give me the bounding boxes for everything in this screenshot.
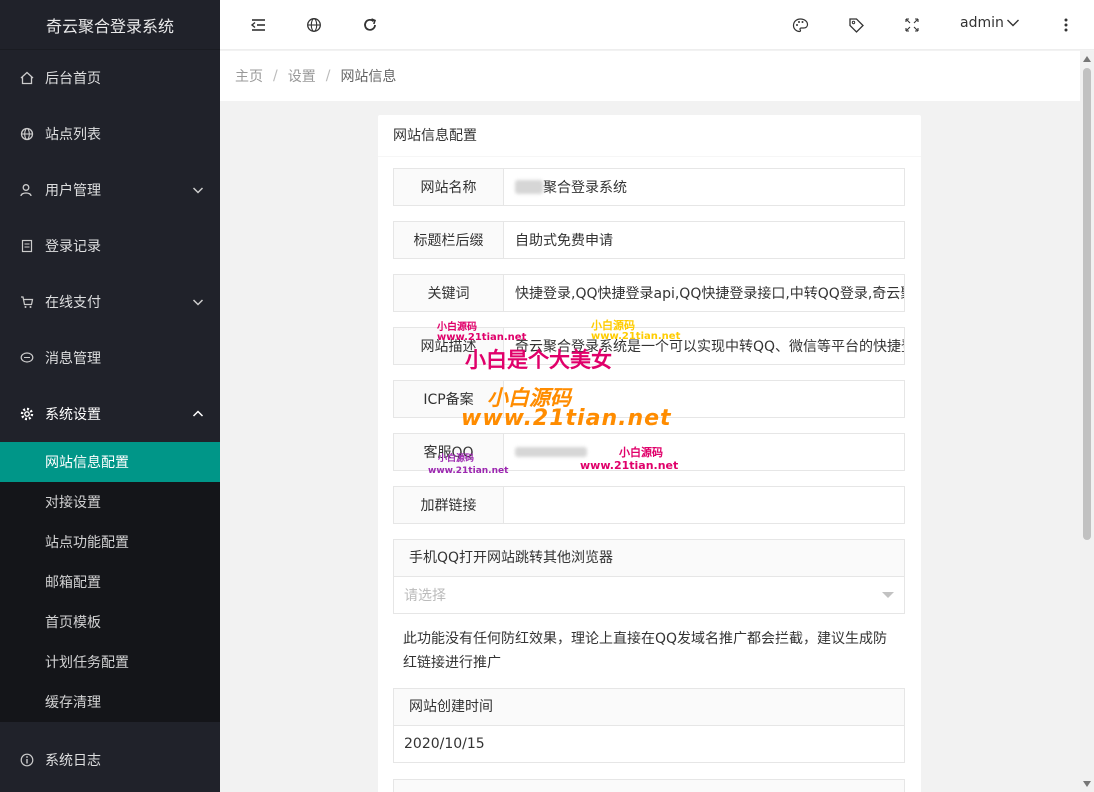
created-date-input[interactable]: 2020/10/15 xyxy=(394,726,904,762)
field-title-suffix: 标题栏后缀 自助式免费申请 xyxy=(393,221,905,259)
breadcrumb-settings[interactable]: 设置 xyxy=(288,66,316,86)
watermark-text: www.21tian.net xyxy=(580,459,679,472)
user-icon xyxy=(20,183,34,197)
subnav-connect-settings[interactable]: 对接设置 xyxy=(0,482,220,522)
field-keywords: 关键词 快捷登录,QQ快捷登录api,QQ快捷登录接口,中转QQ登录,奇云聚 xyxy=(393,274,905,312)
top-header: admin xyxy=(220,0,1094,50)
watermark-text: 小白源码 xyxy=(437,322,477,333)
globe-icon[interactable] xyxy=(305,16,323,34)
keywords-input[interactable]: 快捷登录,QQ快捷登录api,QQ快捷登录接口,中转QQ登录,奇云聚 xyxy=(504,275,904,311)
site-name-input[interactable]: 聚合登录系统 xyxy=(504,169,904,205)
breadcrumb-separator: / xyxy=(273,68,278,84)
card-title: 网站信息配置 xyxy=(378,115,921,157)
created-date-section: 网站创建时间 2020/10/15 xyxy=(393,688,905,763)
user-menu[interactable]: admin xyxy=(960,15,1020,31)
scrollbar-thumb[interactable] xyxy=(1083,68,1091,540)
nav-user-management[interactable]: 用户管理 xyxy=(0,162,220,218)
refresh-icon[interactable] xyxy=(361,16,379,34)
breadcrumb-home[interactable]: 主页 xyxy=(235,66,263,86)
scrollbar[interactable] xyxy=(1080,51,1094,792)
nav-system-log[interactable]: 系统日志 xyxy=(0,732,220,788)
cart-icon xyxy=(20,295,34,309)
subnav-cron-config[interactable]: 计划任务配置 xyxy=(0,642,220,682)
breadcrumb-current: 网站信息 xyxy=(340,69,397,85)
breadcrumb-separator: / xyxy=(325,68,331,84)
group-link-input[interactable] xyxy=(504,487,904,523)
breadcrumb: 主页 / 设置 / 网站信息 xyxy=(220,51,1080,101)
subnav-cache-clear[interactable]: 缓存清理 xyxy=(0,682,220,722)
nav-home[interactable]: 后台首页 xyxy=(0,50,220,106)
nav-label: 在线支付 xyxy=(45,295,101,311)
home-icon xyxy=(20,71,34,85)
subnav-site-features[interactable]: 站点功能配置 xyxy=(0,522,220,562)
scroll-down-arrow[interactable] xyxy=(1083,781,1091,787)
watermark-text: 小白是个大美女 xyxy=(465,348,612,372)
menu-collapse-icon[interactable] xyxy=(249,16,267,34)
watermark-text: www.21tian.net xyxy=(428,466,509,476)
watermark-text: 小白源码 xyxy=(438,454,475,464)
site-name-value: 聚合登录系统 xyxy=(543,180,627,196)
field-label: 网站名称 xyxy=(394,169,504,205)
info-icon xyxy=(20,753,34,767)
chevron-down-icon xyxy=(192,187,204,194)
nav-label: 登录记录 xyxy=(45,239,101,255)
nav-message-management[interactable]: 消息管理 xyxy=(0,330,220,386)
browser-jump-select[interactable]: 请选择 xyxy=(394,577,904,613)
scroll-up-arrow[interactable] xyxy=(1083,56,1091,62)
settings-submenu: 网站信息配置 对接设置 站点功能配置 邮箱配置 首页模板 计划任务配置 缓存清理 xyxy=(0,442,220,722)
next-section xyxy=(393,779,905,792)
nav-label: 消息管理 xyxy=(45,351,101,367)
watermark-text: www.21tian.net xyxy=(591,331,681,342)
field-site-name: 网站名称 聚合登录系统 xyxy=(393,168,905,206)
section-title: 手机QQ打开网站跳转其他浏览器 xyxy=(394,540,904,577)
app-logo: 奇云聚合登录系统 xyxy=(0,0,220,50)
sidebar: 奇云聚合登录系统 后台首页 站点列表 用户管理 登录记录 在线支付 消息管理 系… xyxy=(0,0,220,792)
document-icon xyxy=(20,239,34,253)
watermark-text: 小白源码 xyxy=(619,446,663,459)
dropdown-caret-icon xyxy=(882,592,894,598)
nav-label: 系统设置 xyxy=(45,407,101,423)
nav-site-list[interactable]: 站点列表 xyxy=(0,106,220,162)
anti-block-note: 此功能没有任何防红效果，理论上直接在QQ发域名推广都会拦截，建议生成防红链接进行… xyxy=(403,631,888,671)
nav-label: 用户管理 xyxy=(45,183,101,199)
section-title: 网站创建时间 xyxy=(394,689,904,726)
redacted-text xyxy=(515,180,543,194)
watermark-text: www.21tian.net xyxy=(437,332,527,343)
username: admin xyxy=(960,15,1004,31)
gear-icon xyxy=(20,407,34,421)
browser-jump-section: 手机QQ打开网站跳转其他浏览器 请选择 xyxy=(393,539,905,614)
globe-icon xyxy=(20,127,34,141)
watermark-text: www.21tian.net xyxy=(461,406,672,431)
subnav-home-template[interactable]: 首页模板 xyxy=(0,602,220,642)
field-group-link: 加群链接 xyxy=(393,486,905,524)
field-label: 加群链接 xyxy=(394,487,504,523)
title-suffix-input[interactable]: 自助式免费申请 xyxy=(504,222,904,258)
chevron-up-icon xyxy=(192,410,204,417)
section-title xyxy=(394,780,904,792)
more-vertical-icon[interactable] xyxy=(1057,16,1075,34)
subnav-email-config[interactable]: 邮箱配置 xyxy=(0,562,220,602)
support-qq-input[interactable] xyxy=(504,434,904,470)
redacted-text xyxy=(515,447,587,457)
chevron-down-icon xyxy=(1006,19,1019,27)
fullscreen-icon[interactable] xyxy=(903,16,921,34)
nav-label: 站点列表 xyxy=(45,127,101,143)
chevron-down-icon xyxy=(192,299,204,306)
nav-login-records[interactable]: 登录记录 xyxy=(0,218,220,274)
tag-icon[interactable] xyxy=(847,16,865,34)
nav-label: 系统日志 xyxy=(45,753,101,769)
select-placeholder: 请选择 xyxy=(404,588,446,604)
nav-system-settings[interactable]: 系统设置 xyxy=(0,386,220,442)
subnav-site-info[interactable]: 网站信息配置 xyxy=(0,442,220,482)
nav-online-payment[interactable]: 在线支付 xyxy=(0,274,220,330)
palette-icon[interactable] xyxy=(791,16,809,34)
nav-label: 后台首页 xyxy=(45,71,101,87)
field-label: 标题栏后缀 xyxy=(394,222,504,258)
chat-icon xyxy=(20,351,34,365)
field-label: 关键词 xyxy=(394,275,504,311)
